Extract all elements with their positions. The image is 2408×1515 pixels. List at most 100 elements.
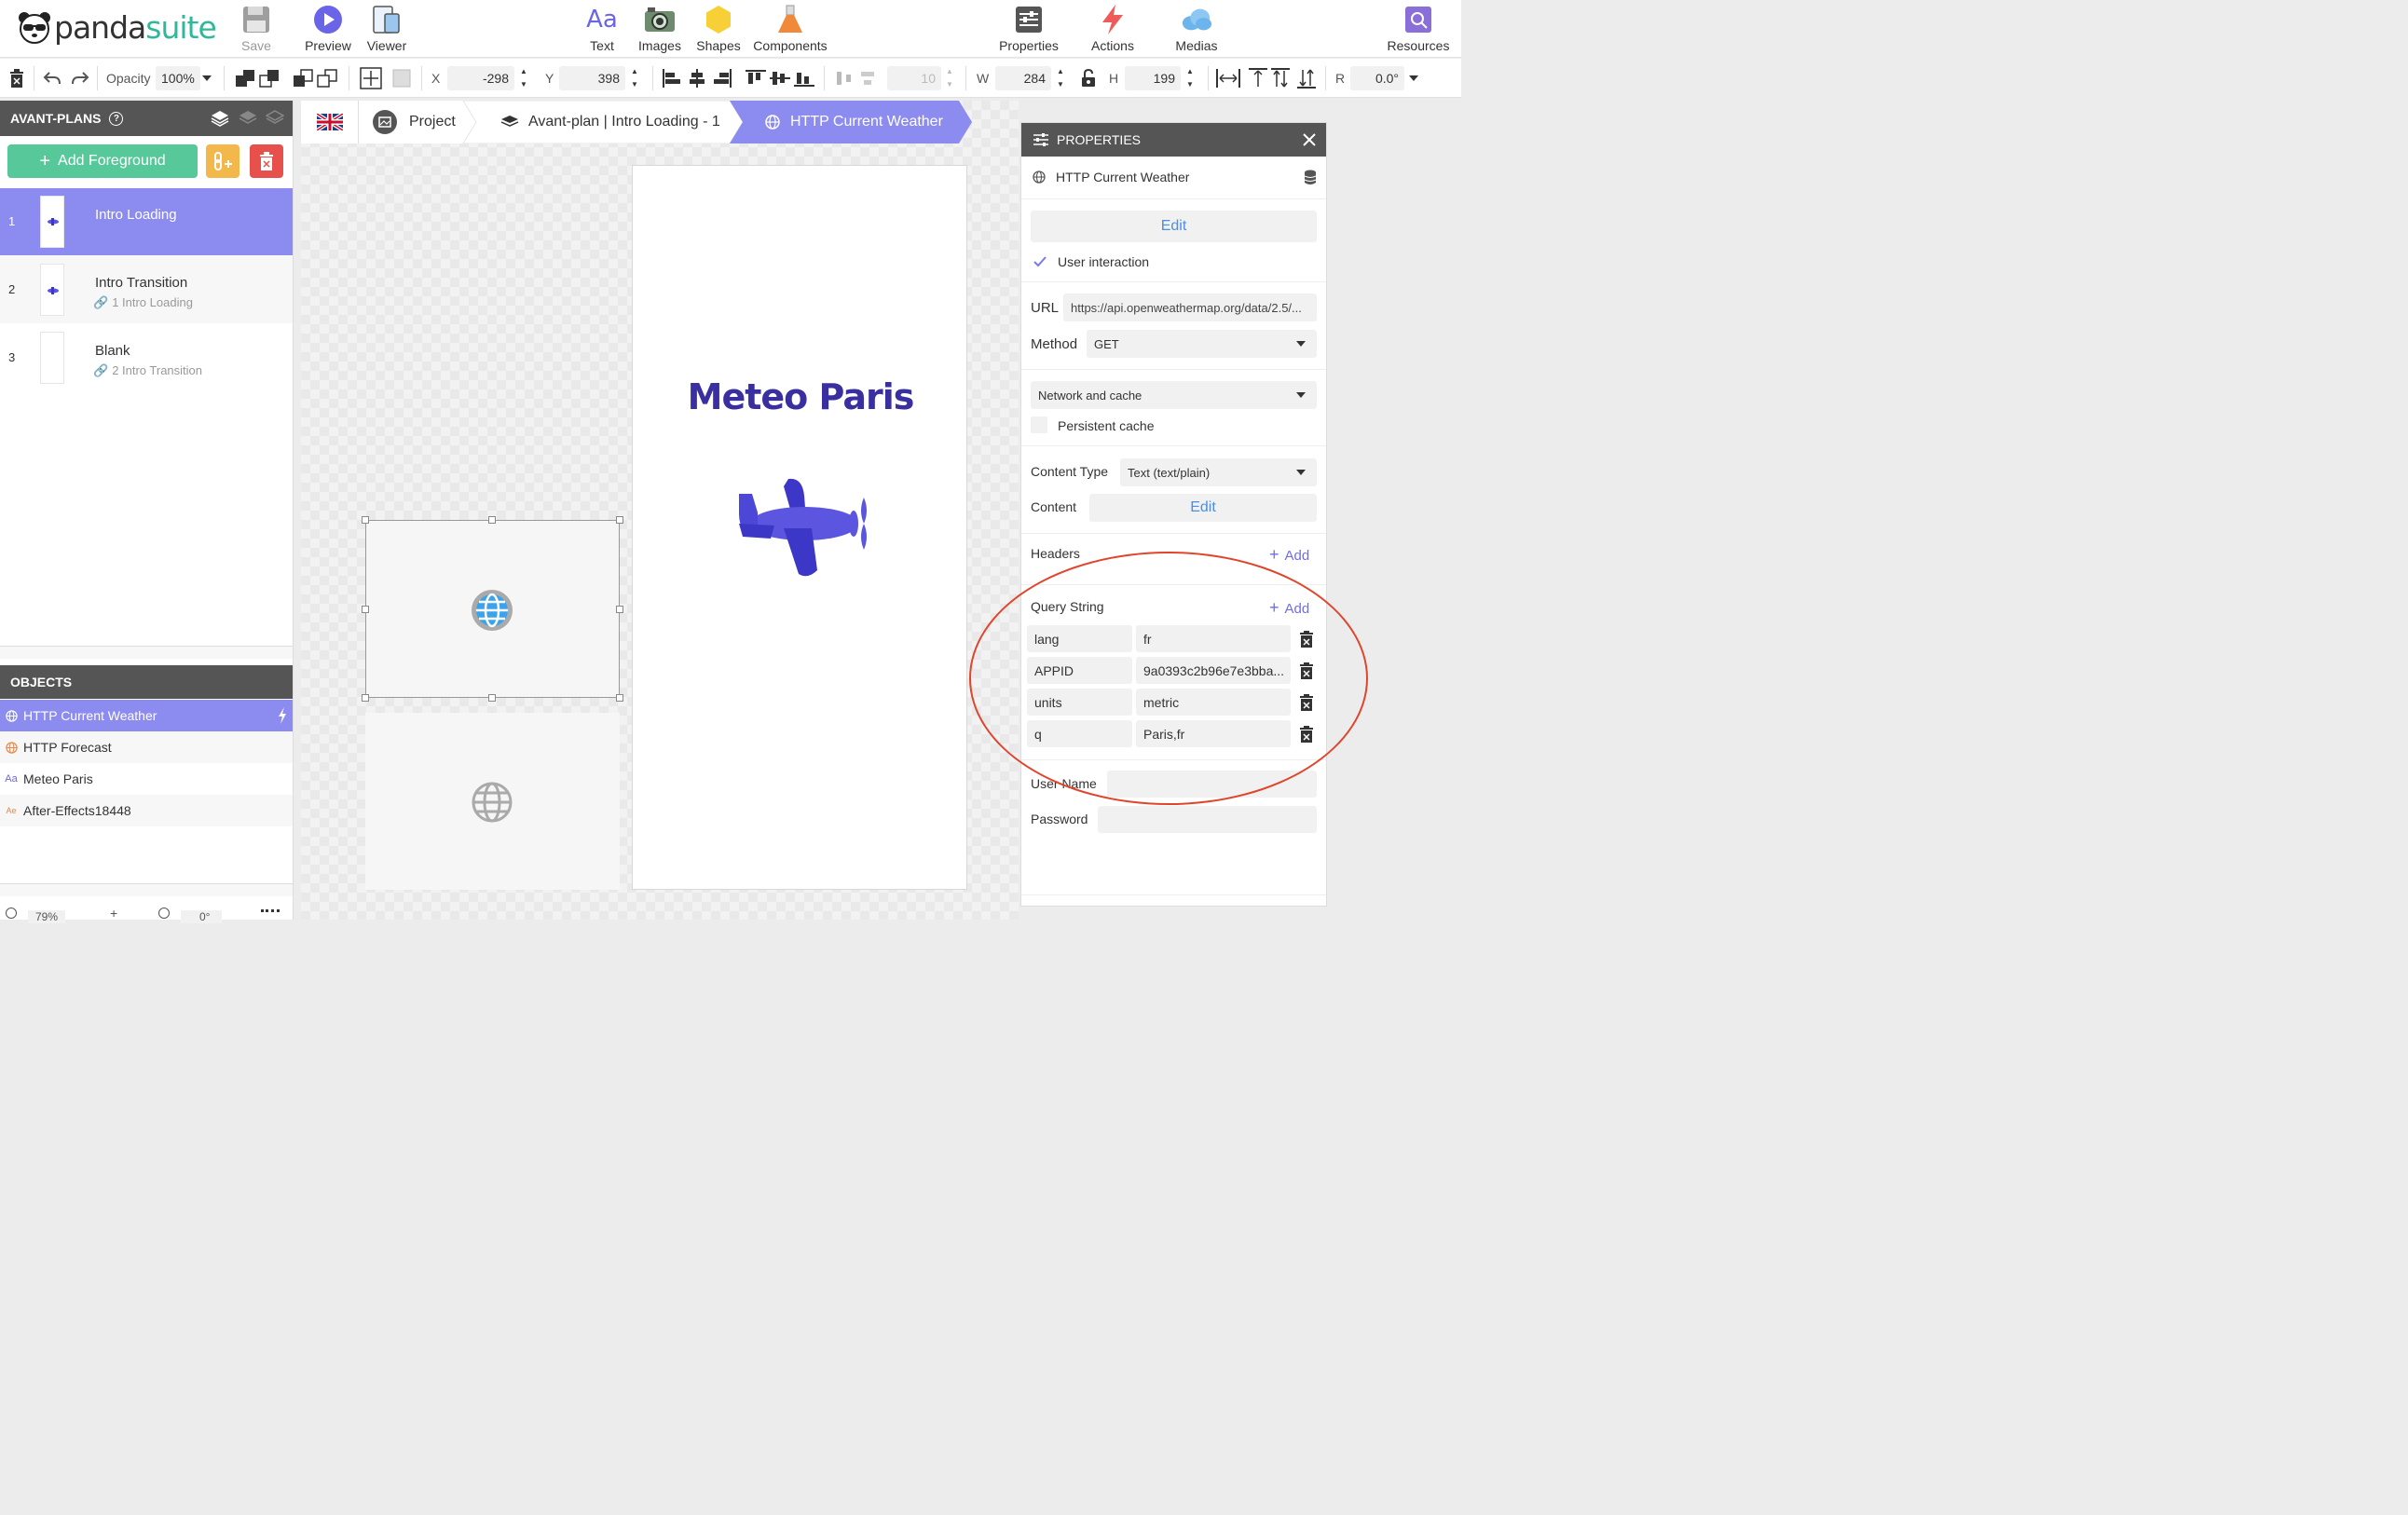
flip-vertical-button[interactable] (1249, 67, 1267, 89)
zoom-in-icon[interactable]: + (110, 906, 117, 921)
help-icon[interactable]: ? (109, 111, 124, 126)
lightning-icon[interactable] (278, 707, 287, 724)
url-input[interactable]: https://api.openweathermap.org/data/2.5/… (1063, 293, 1317, 321)
grid-icon[interactable] (261, 909, 280, 917)
flip-vertical-2-button[interactable] (1271, 67, 1290, 89)
database-icon[interactable] (1304, 170, 1317, 185)
breadcrumb-project[interactable]: Project (373, 101, 456, 143)
query-value-input[interactable]: metric (1136, 689, 1291, 716)
save-button[interactable]: Save (221, 4, 292, 53)
http-current-weather-object[interactable] (365, 520, 620, 698)
content-edit-button[interactable]: Edit (1089, 494, 1317, 522)
viewer-button[interactable]: Viewer (351, 4, 422, 53)
zoom-value[interactable]: 79% (28, 910, 65, 923)
query-value-input[interactable]: Paris,fr (1136, 720, 1291, 747)
lock-size-button[interactable] (1081, 67, 1096, 89)
query-value-input[interactable]: fr (1136, 625, 1291, 652)
w-stepper[interactable]: ▲ ▼ (1056, 67, 1065, 89)
bring-front-button[interactable] (235, 67, 255, 89)
rotation-dropdown-button[interactable] (1409, 67, 1418, 89)
checkmark-icon[interactable] (1033, 256, 1047, 267)
object-item-http-current-weather[interactable]: HTTP Current Weather (0, 700, 293, 731)
spacing-stepper[interactable]: ▲ ▼ (945, 67, 954, 89)
username-input[interactable] (1107, 771, 1317, 798)
content-type-select[interactable]: Text (text/plain) (1120, 458, 1317, 486)
add-foreground-button[interactable]: + Add Foreground (7, 144, 198, 178)
distribute-v-button[interactable] (858, 67, 879, 89)
trash-icon[interactable] (1300, 726, 1313, 743)
airplane-illustration[interactable] (737, 477, 872, 578)
query-key-input[interactable]: APPID (1027, 657, 1132, 684)
components-tool-button[interactable]: Components (748, 4, 832, 53)
redo-button[interactable] (71, 67, 89, 89)
meteo-paris-title[interactable]: Meteo Paris (633, 376, 968, 417)
panel-resize-handle[interactable] (0, 646, 293, 659)
y-stepper[interactable]: ▲ ▼ (630, 67, 639, 89)
resize-handle-top-right[interactable] (616, 516, 623, 524)
align-center-button[interactable] (687, 67, 707, 89)
bring-forward-button[interactable] (259, 67, 280, 89)
persistent-cache-checkbox[interactable] (1031, 416, 1047, 433)
query-key-input[interactable]: units (1027, 689, 1132, 716)
resize-handle-bottom-right[interactable] (616, 694, 623, 702)
breadcrumb-current[interactable]: HTTP Current Weather (765, 101, 943, 143)
add-header-button[interactable]: + Add (1269, 545, 1309, 565)
h-stepper[interactable]: ▲ ▼ (1185, 67, 1195, 89)
layers-icon[interactable] (211, 110, 229, 127)
resize-handle-top-left[interactable] (362, 516, 369, 524)
password-input[interactable] (1098, 806, 1317, 833)
trash-icon[interactable] (1300, 631, 1313, 648)
object-item-after-effects[interactable]: Ae After-Effects18448 (0, 795, 293, 826)
rotation-input[interactable]: 0.0° (1350, 66, 1404, 90)
align-left-button[interactable] (662, 67, 682, 89)
edit-button[interactable]: Edit (1031, 211, 1317, 242)
undo-button[interactable] (43, 67, 62, 89)
w-input[interactable]: 284 (995, 66, 1051, 90)
resize-handle-top[interactable] (488, 516, 496, 524)
delete-object-button[interactable] (9, 67, 24, 89)
layers-dim-icon[interactable] (266, 110, 284, 127)
resources-tool-button[interactable]: Resources (1381, 4, 1456, 53)
objects-resize-handle[interactable] (0, 883, 293, 896)
delete-foreground-button[interactable] (250, 144, 283, 178)
opacity-dropdown-button[interactable] (202, 67, 212, 89)
canvas-rotation-value[interactable]: 0° (181, 910, 222, 923)
align-bottom-button[interactable] (794, 67, 814, 89)
send-back-button[interactable] (317, 67, 337, 89)
fit-button[interactable] (360, 67, 382, 89)
screen-preview[interactable]: Meteo Paris (632, 165, 967, 890)
cache-select[interactable]: Network and cache (1031, 381, 1317, 409)
shapes-tool-button[interactable]: Shapes (683, 4, 754, 53)
properties-resize-handle[interactable] (1021, 894, 1326, 906)
layers-dim-icon[interactable] (239, 110, 257, 127)
distribute-h-button[interactable] (834, 67, 855, 89)
flip-horizontal-button[interactable] (1216, 67, 1240, 89)
query-key-input[interactable]: q (1027, 720, 1132, 747)
foreground-item-blank[interactable]: 3 Blank 🔗 2 Intro Transition (0, 324, 293, 391)
trash-icon[interactable] (1300, 694, 1313, 711)
send-backward-button[interactable] (293, 67, 313, 89)
zoom-out-icon[interactable] (6, 908, 17, 919)
close-icon[interactable] (1303, 133, 1316, 146)
add-query-button[interactable]: + Add (1269, 598, 1309, 618)
opacity-input[interactable]: 100% (156, 66, 200, 90)
flip-vertical-3-button[interactable] (1297, 67, 1316, 89)
object-item-meteo-paris[interactable]: Aa Meteo Paris (0, 763, 293, 795)
spacing-input[interactable]: 10 (887, 66, 941, 90)
medias-tool-button[interactable]: Medias (1161, 4, 1232, 53)
breadcrumb-foreground[interactable]: Avant-plan | Intro Loading - 1 (500, 101, 720, 143)
x-stepper[interactable]: ▲ ▼ (519, 67, 528, 89)
link-foreground-button[interactable] (206, 144, 239, 178)
lock-ratio-button[interactable] (392, 67, 411, 89)
foreground-item-intro-transition[interactable]: 2 Intro Transition 🔗 1 Intro Loading (0, 256, 293, 323)
resize-handle-bottom-left[interactable] (362, 694, 369, 702)
actions-tool-button[interactable]: Actions (1077, 4, 1148, 53)
y-input[interactable]: 398 (559, 66, 625, 90)
foreground-item-intro-loading[interactable]: 1 Intro Loading (0, 188, 293, 255)
h-input[interactable]: 199 (1125, 66, 1181, 90)
http-forecast-object[interactable] (365, 713, 620, 890)
object-item-http-forecast[interactable]: HTTP Forecast (0, 731, 293, 763)
query-value-input[interactable]: 9a0393c2b96e7e3bba... (1136, 657, 1291, 684)
align-top-button[interactable] (746, 67, 766, 89)
properties-tool-button[interactable]: Properties (987, 4, 1071, 53)
